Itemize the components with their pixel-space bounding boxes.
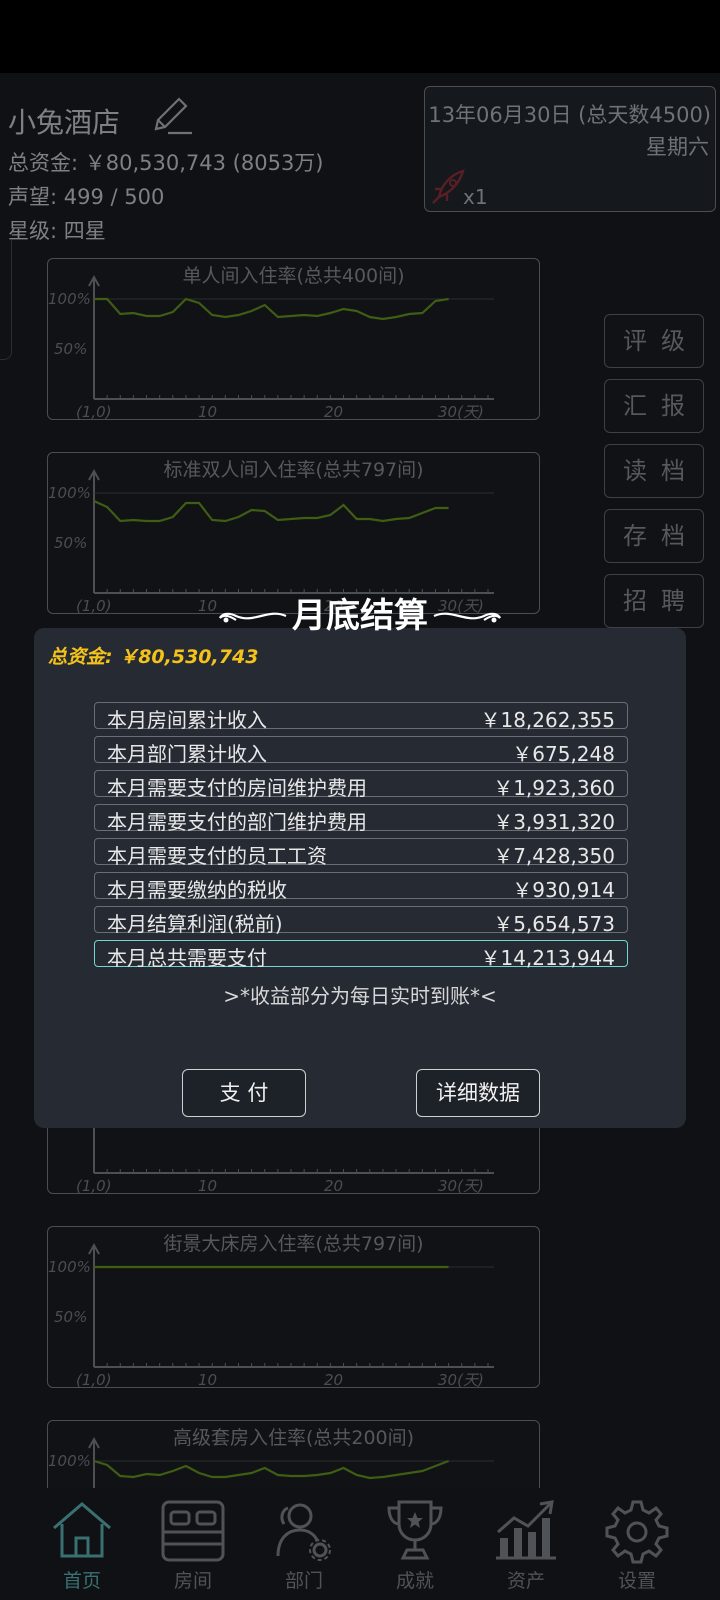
occupancy-chart: 100% 50% (1,0) 10 20 30(天) 街景大床房入住率(总共797间) <box>47 1226 540 1389</box>
row-value: ￥1,923,360 <box>493 776 615 800</box>
row-label: 本月需要支付的员工工资 <box>107 844 327 868</box>
dialog-total-funds: 总资金: ￥80,530,743 <box>48 646 259 668</box>
row-label: 本月总共需要支付 <box>107 946 267 970</box>
row-value: ￥7,428,350 <box>493 844 615 868</box>
save-button[interactable]: 存档 <box>604 509 704 563</box>
hotel-name: 小兔酒店 <box>8 106 121 139</box>
occupancy-line <box>94 297 449 321</box>
nav-achievements[interactable]: 成就 <box>359 1488 471 1600</box>
settlement-row: 本月房间累计收入 ￥18,262,355 <box>94 702 628 732</box>
y-tick-label: 100% <box>48 290 91 308</box>
report-button[interactable]: 汇报 <box>604 379 704 433</box>
row-value: ￥14,213,944 <box>480 946 615 970</box>
row-value: ￥675,248 <box>512 742 615 766</box>
dialog-title: 月底结算 <box>292 596 428 636</box>
settlement-row-total: 本月总共需要支付 ￥14,213,944 <box>94 940 628 970</box>
y-tick-label: 100% <box>48 1258 91 1276</box>
people-gear-icon <box>276 1503 331 1561</box>
settlement-row: 本月需要支付的部门维护费用 ￥3,931,320 <box>94 804 628 834</box>
x-tick-label: 10 <box>198 403 217 421</box>
nav-assets[interactable]: 资产 <box>470 1488 582 1600</box>
reputation-text: 声望: 499 / 500 <box>8 185 165 209</box>
nav-label: 成就 <box>395 1570 434 1592</box>
row-label: 本月需要支付的部门维护费用 <box>107 810 367 834</box>
weekday-text: 星期六 <box>646 135 709 159</box>
x-tick-label: 20 <box>324 1371 343 1389</box>
nav-settings[interactable]: 设置 <box>581 1488 693 1600</box>
settlement-row: 本月需要支付的房间维护费用 ￥1,923,360 <box>94 770 628 800</box>
nav-label: 设置 <box>617 1570 656 1592</box>
x-tick-label: (1,0) <box>76 1371 112 1389</box>
status-bar <box>0 0 720 73</box>
star-level-text: 星级: 四星 <box>8 219 106 243</box>
x-tick-label: (1,0) <box>76 403 112 421</box>
x-tick-label: 10 <box>198 1177 217 1195</box>
x-tick-label: 30(天) <box>438 1371 484 1389</box>
home-icon <box>53 1502 111 1558</box>
trophy-icon <box>387 1500 443 1560</box>
row-label: 本月需要缴纳的税收 <box>107 878 287 902</box>
month-end-settlement-dialog: 总资金: ￥80,530,743 本月房间累计收入 ￥18,262,355 本月… <box>34 628 686 1128</box>
detail-data-button[interactable]: 详细数据 <box>416 1069 540 1117</box>
date-panel[interactable]: 13年06月30日 (总天数4500) 星期六 x1 <box>424 86 716 212</box>
load-button[interactable]: 读档 <box>604 444 704 498</box>
x-tick-label: 20 <box>324 403 343 421</box>
x-tick-label: 10 <box>198 1371 217 1389</box>
left-flourish-icon <box>219 612 287 623</box>
nav-label: 房间 <box>173 1570 212 1592</box>
y-tick-label: 50% <box>54 534 87 552</box>
dialog-title-bar: 月底结算 <box>0 584 720 644</box>
occupancy-line <box>93 1459 449 1480</box>
row-value: ￥5,654,573 <box>493 912 615 936</box>
occupancy-chart: 100% 50% (1,0) 10 20 30(天) 单人间入住率(总共400间) <box>47 258 540 421</box>
pay-button[interactable]: 支 付 <box>182 1069 306 1117</box>
chart-title: 高级套房入住率(总共200间) <box>172 1427 415 1449</box>
settlement-note: >*收益部分为每日实时到账*< <box>223 984 497 1008</box>
row-label: 本月结算利润(税前) <box>107 912 283 936</box>
settlement-row: 本月需要缴纳的税收 ￥930,914 <box>94 872 628 902</box>
rating-button[interactable]: 评级 <box>604 314 704 368</box>
nav-label: 资产 <box>506 1570 545 1592</box>
y-tick-label: 50% <box>54 340 87 358</box>
row-label: 本月需要支付的房间维护费用 <box>107 776 367 800</box>
row-value: ￥930,914 <box>512 878 615 902</box>
y-tick-label: 100% <box>48 484 91 502</box>
date-text: 13年06月30日 (总天数4500) <box>428 103 711 127</box>
right-flourish-icon <box>433 612 501 623</box>
occupancy-line <box>93 499 449 523</box>
x-tick-label: 30(天) <box>438 403 484 421</box>
settlement-row: 本月部门累计收入 ￥675,248 <box>94 736 628 766</box>
nav-rooms[interactable]: 房间 <box>137 1488 249 1600</box>
chart-title: 标准双人间入住率(总共797间) <box>163 459 424 481</box>
nav-departments[interactable]: 部门 <box>248 1488 360 1600</box>
nav-label: 部门 <box>284 1570 323 1592</box>
growth-chart-icon <box>496 1500 556 1560</box>
chart-title: 街景大床房入住率(总共797间) <box>163 1233 424 1255</box>
total-funds-text: 总资金: ￥80,530,743 (8053万) <box>8 151 324 175</box>
gear-icon <box>605 1500 669 1564</box>
x-tick-label: 30(天) <box>438 1177 484 1195</box>
hotel-header: 小兔酒店 总资金: ￥80,530,743 (8053万) 声望: 499 / … <box>0 73 720 253</box>
edit-pencil-icon[interactable] <box>148 93 192 137</box>
x-tick-label: 20 <box>324 1177 343 1195</box>
bed-icon <box>161 1500 225 1562</box>
row-value: ￥18,262,355 <box>480 708 615 732</box>
side-drawer-edge[interactable] <box>0 240 12 360</box>
x-tick-label: (1,0) <box>76 1177 112 1195</box>
y-tick-label: 50% <box>54 1308 87 1326</box>
nav-home[interactable]: 首页 <box>26 1488 138 1600</box>
row-value: ￥3,931,320 <box>493 810 615 834</box>
settlement-row: 本月需要支付的员工工资 ￥7,428,350 <box>94 838 628 868</box>
row-label: 本月房间累计收入 <box>107 708 267 732</box>
settlement-row: 本月结算利润(税前) ￥5,654,573 <box>94 906 628 936</box>
chart-title: 单人间入住率(总共400间) <box>182 265 405 287</box>
bottom-nav: 首页 房间 部门 成就 资产 设置 <box>0 1488 720 1600</box>
y-tick-label: 100% <box>48 1452 91 1470</box>
speed-text: x1 <box>463 185 488 209</box>
nav-label: 首页 <box>62 1570 101 1592</box>
row-label: 本月部门累计收入 <box>107 742 267 766</box>
